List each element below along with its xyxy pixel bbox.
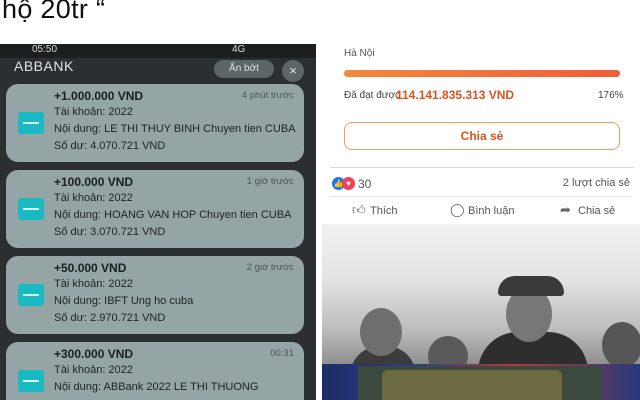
notification-content: Nội dung: LE THI THUY BINH Chuyen tien C… — [54, 123, 296, 135]
notification-account: Tài khoản: 2022 — [54, 192, 133, 204]
notification-account: Tài khoản: 2022 — [54, 364, 133, 376]
notification-balance: Số dư: 2.970.721 VND — [54, 312, 166, 324]
notification-account: Tài khoản: 2022 — [54, 106, 133, 118]
raised-amount: 114.141.835.313 VND — [396, 88, 515, 102]
app-name: ABBANK — [14, 58, 74, 74]
abbank-logo-icon — [18, 370, 44, 392]
phone-screenshot: 05:50 4G ABBANK Ẩn bớt × +1.000.000 VND … — [0, 44, 316, 400]
like-label: Thích — [370, 205, 398, 217]
notification-balance: Số dư: 3.070.721 VND — [54, 226, 166, 238]
notification-content: Nội dung: HOANG VAN HOP Chuyen tien CUBA — [54, 209, 292, 221]
share-arrow-icon: ➦ — [560, 202, 571, 217]
abbank-logo-icon — [18, 112, 44, 134]
notification-time: 2 giờ trước — [246, 262, 294, 273]
notification-group-header: ABBANK Ẩn bớt × — [0, 58, 316, 82]
thumbs-up-icon: 👍︎ — [352, 202, 366, 217]
photo-figure — [602, 322, 640, 364]
facebook-post: Hà Nội Đã đạt được 114.141.835.313 VND 1… — [322, 44, 640, 400]
raised-label: Đã đạt được — [344, 90, 401, 101]
notification-card[interactable]: +100.000 VND 1 giờ trước Tài khoản: 2022… — [6, 170, 304, 248]
reaction-count[interactable]: 30 — [358, 177, 371, 191]
comment-label: Bình luận — [468, 205, 515, 217]
share-count[interactable]: 2 lượt chia sẻ — [563, 177, 630, 189]
fundraiser-progress-fill — [344, 70, 620, 77]
caption-text: hộ 20tr “ — [2, 0, 106, 24]
post-photo[interactable] — [322, 224, 640, 364]
notification-content: Nội dung: IBFT Ung ho cuba — [54, 295, 194, 307]
notification-content: Nội dung: ABBank 2022 LE THI THUONG — [54, 381, 259, 393]
comment-button[interactable]: ◯ Bình luận — [450, 202, 514, 218]
show-less-button[interactable]: Ẩn bớt — [214, 60, 274, 78]
caption: hộ 20tr “ — [0, 0, 640, 44]
comment-icon: ◯ — [450, 202, 465, 217]
fundraiser-share-button[interactable]: Chia sẻ — [344, 122, 620, 150]
raised-percent: 176% — [598, 90, 624, 101]
status-bar: 05:50 4G — [0, 44, 316, 58]
photo-figure — [428, 336, 468, 364]
heart-reaction-icon: ♥ — [342, 177, 355, 190]
notification-time: 00:31 — [270, 348, 294, 359]
notification-card[interactable]: +300.000 VND 00:31 Tài khoản: 2022 Nội d… — [6, 342, 304, 400]
notification-time: 4 phút trước — [241, 90, 294, 101]
photo-figure — [498, 276, 564, 296]
share-label: Chia sẻ — [578, 205, 616, 217]
close-icon[interactable]: × — [282, 60, 304, 82]
notification-time: 1 giờ trước — [246, 176, 294, 187]
photo-figure — [382, 370, 562, 400]
notification-amount: +1.000.000 VND — [54, 89, 144, 103]
photo-figure — [360, 308, 402, 356]
notification-card[interactable]: +50.000 VND 2 giờ trước Tài khoản: 2022 … — [6, 256, 304, 334]
notification-account: Tài khoản: 2022 — [54, 278, 133, 290]
abbank-logo-icon — [18, 198, 44, 220]
notification-card[interactable]: +1.000.000 VND 4 phút trước Tài khoản: 2… — [6, 84, 304, 162]
like-button[interactable]: 👍︎ Thích — [352, 202, 398, 218]
fundraiser-progress-bar — [344, 70, 620, 77]
abbank-logo-icon — [18, 284, 44, 306]
notification-balance: Số dư: 4.070.721 VND — [54, 140, 166, 152]
notification-amount: +300.000 VND — [54, 347, 134, 361]
notification-amount: +100.000 VND — [54, 175, 134, 189]
notification-amount: +50.000 VND — [54, 261, 127, 275]
share-button[interactable]: ➦ Chia sẻ — [560, 202, 615, 218]
signal-indicator: 4G — [232, 44, 246, 55]
status-time: 05:50 — [32, 44, 58, 55]
fundraiser-location: Hà Nội — [344, 48, 375, 59]
second-photo[interactable] — [322, 364, 640, 400]
card-divider — [330, 160, 634, 168]
actions-divider — [330, 196, 632, 197]
